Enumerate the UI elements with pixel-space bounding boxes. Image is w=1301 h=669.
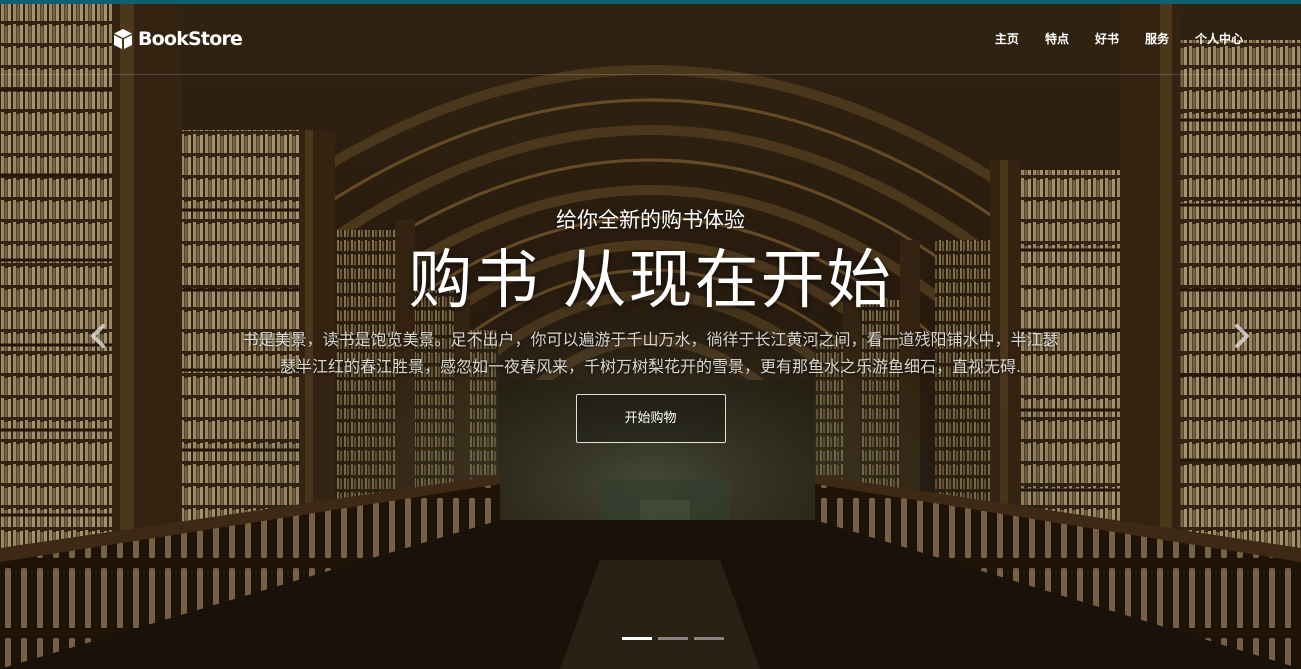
hero-subtitle: 给你全新的购书体验 [556,208,745,232]
brand-name: BookStore [138,28,243,50]
top-accent-bar [0,0,1301,4]
carousel-next-button[interactable] [1230,322,1254,350]
cube-icon [114,29,132,49]
carousel-indicator-3[interactable] [694,637,724,640]
hero-title: 购书 从现在开始 [408,244,893,318]
hero-content: 给你全新的购书体验 购书 从现在开始 书是美景，读书是饱览美景。足不出户，你可以… [0,200,1301,443]
main-nav: 主页 特点 好书 服务 个人中心 [969,30,1243,47]
nav-item-home[interactable]: 主页 [995,30,1019,47]
nav-item-personal-center[interactable]: 个人中心 [1195,30,1243,47]
carousel-indicator-2[interactable] [658,637,688,640]
chevron-left-icon [91,324,105,348]
nav-item-good-books[interactable]: 好书 [1095,30,1119,47]
carousel-indicator-1[interactable] [622,637,652,640]
brand-logo-link[interactable]: BookStore [113,26,243,52]
nav-item-features[interactable]: 特点 [1045,30,1069,47]
chevron-right-icon [1235,324,1249,348]
nav-item-services[interactable]: 服务 [1145,30,1169,47]
start-shopping-button[interactable]: 开始购物 [575,394,726,443]
hero-description: 书是美景，读书是饱览美景。足不出户，你可以遍游于千山万水，徜徉于长江黄河之间，看… [242,330,1059,376]
hero-carousel: BookStore 主页 特点 好书 服务 个人中心 给你全新的购书体验 购书 … [0,0,1301,669]
carousel-indicators [622,637,730,640]
carousel-prev-button[interactable] [86,322,110,350]
navbar: BookStore 主页 特点 好书 服务 个人中心 [0,4,1301,75]
